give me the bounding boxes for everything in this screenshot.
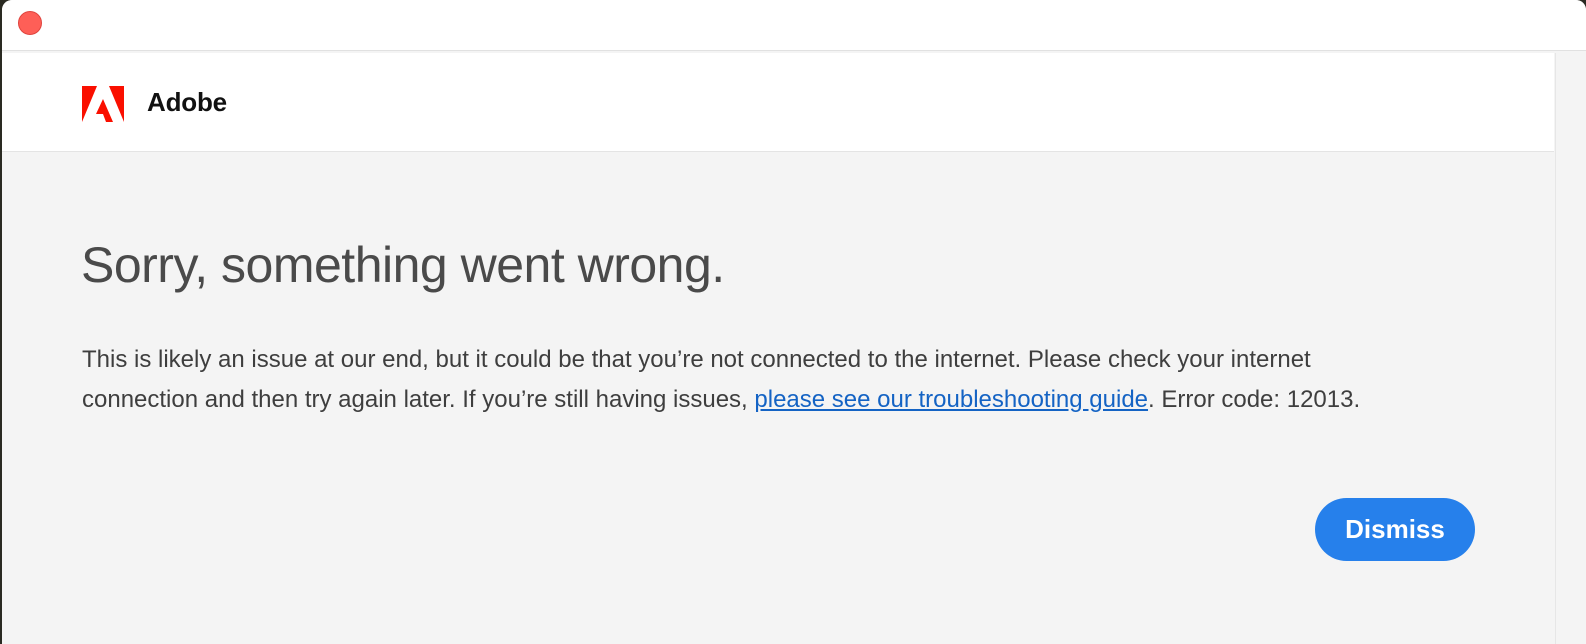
- brand-name: Adobe: [147, 87, 227, 117]
- error-code-text: . Error code: 12013.: [1148, 386, 1361, 413]
- title-bar: [2, 0, 1586, 51]
- brand-header: Adobe: [2, 53, 1554, 152]
- close-window-button[interactable]: [18, 11, 42, 35]
- dismiss-button[interactable]: Dismiss: [1315, 498, 1475, 561]
- error-message: This is likely an issue at our end, but …: [82, 340, 1422, 420]
- scrollbar[interactable]: [1555, 53, 1586, 644]
- error-title: Sorry, something went wrong.: [81, 237, 725, 293]
- adobe-logo-icon: [82, 86, 124, 122]
- error-dialog-window: Adobe Sorry, something went wrong. This …: [2, 0, 1586, 644]
- troubleshooting-guide-link[interactable]: please see our troubleshooting guide: [754, 386, 1148, 413]
